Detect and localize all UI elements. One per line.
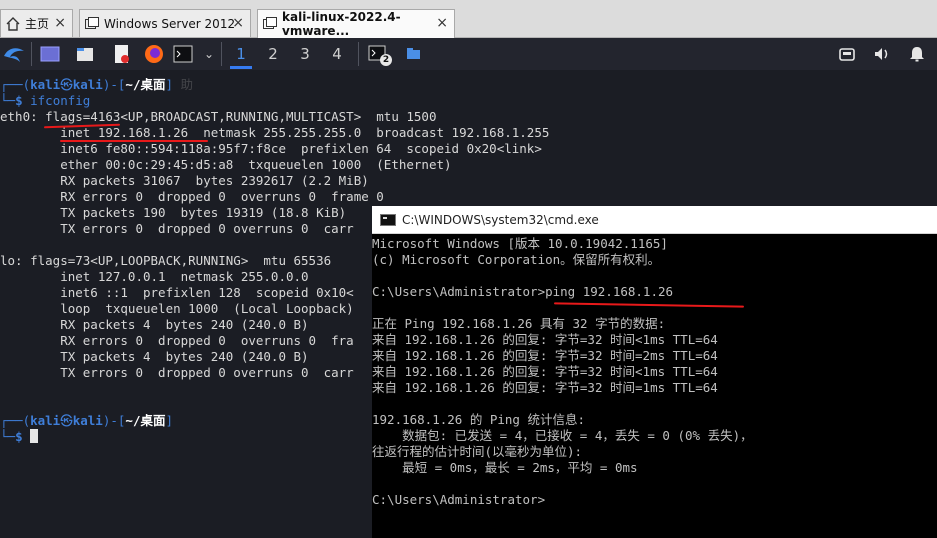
cmd-title: C:\WINDOWS\system32\cmd.exe xyxy=(402,212,599,227)
terminal-icon[interactable] xyxy=(173,44,193,64)
prompt-at: ㉿ xyxy=(60,413,73,428)
prompt-user: kali xyxy=(30,77,61,92)
tab-kali-linux[interactable]: kali-linux-2022.4-vmware... × xyxy=(257,9,455,38)
show-desktop-icon[interactable] xyxy=(40,44,60,64)
console-line: (c) Microsoft Corporation。保留所有权利。 xyxy=(372,252,661,267)
home-icon xyxy=(5,16,21,32)
red-underline-annotation xyxy=(60,140,208,142)
screen-icon[interactable] xyxy=(837,44,857,64)
vm-tab-bar: 主页 × Windows Server 2012 × kali-linux-20… xyxy=(0,0,937,38)
tab-home-label: 主页 xyxy=(25,17,50,31)
cmd-app-icon xyxy=(380,213,396,226)
console-line: 数据包: 已发送 = 4，已接收 = 4，丢失 = 0 (0% 丢失)， xyxy=(372,428,753,443)
tab-home[interactable]: 主页 × xyxy=(0,9,73,37)
workspace-4[interactable]: 4 xyxy=(327,44,347,64)
output-line: eth0: flags=4163<UP,BROADCAST,RUNNING,MU… xyxy=(0,109,437,124)
file-manager-icon[interactable] xyxy=(75,44,95,64)
prompt-dir: ~/桌面 xyxy=(125,77,166,92)
output-line: TX errors 0 dropped 0 overruns 0 carr xyxy=(0,365,354,380)
output-line: loop txqueuelen 1000 (Local Loopback) xyxy=(0,301,354,316)
console-line: 来自 192.168.1.26 的回复: 字节=32 时间=2ms TTL=64 xyxy=(372,348,718,363)
output-line: RX errors 0 dropped 0 overruns 0 fra xyxy=(0,333,354,348)
workspace-3[interactable]: 3 xyxy=(295,44,315,64)
cmd-title-bar[interactable]: C:\WINDOWS\system32\cmd.exe xyxy=(372,206,937,234)
console-line: 192.168.1.26 的 Ping 统计信息: xyxy=(372,412,586,427)
panel-separator xyxy=(358,42,359,66)
chevron-down-icon[interactable]: ⌄ xyxy=(199,44,219,64)
console-line: 来自 192.168.1.26 的回复: 字节=32 时间<1ms TTL=64 xyxy=(372,332,718,347)
volume-icon[interactable] xyxy=(872,44,892,64)
output-line: RX errors 0 dropped 0 overruns 0 frame 0 xyxy=(0,189,384,204)
tab-windows-server[interactable]: Windows Server 2012 × xyxy=(79,9,251,37)
command-line: └─$ xyxy=(0,429,39,445)
vm-icon xyxy=(84,16,100,32)
firefox-icon[interactable] xyxy=(144,44,164,64)
active-workspace-indicator xyxy=(230,66,252,69)
output-line: TX packets 190 bytes 19319 (18.8 KiB) xyxy=(0,205,347,220)
prompt-dir: ~/桌面 xyxy=(125,413,166,428)
prompt-line: ┌──(kali㉿kali)-[~/桌面] xyxy=(0,413,174,428)
output-line: RX packets 4 bytes 240 (240.0 B) xyxy=(0,317,309,332)
terminal-count-badge: 2 xyxy=(380,54,392,66)
text-cursor xyxy=(30,429,39,443)
cmd-window[interactable]: C:\WINDOWS\system32\cmd.exe Microsoft Wi… xyxy=(372,206,937,538)
console-line: Microsoft Windows [版本 10.0.19042.1165] xyxy=(372,236,668,251)
taskbar-folder-button[interactable] xyxy=(404,44,424,64)
command-line: └─$ ifconfig xyxy=(0,93,91,108)
prompt-at: ㉿ xyxy=(60,77,73,92)
taskbar-terminal-button[interactable]: 2 xyxy=(368,44,394,66)
prompt-host: kali xyxy=(72,413,103,428)
output-line: ether 00:0c:29:45:d5:a8 txqueuelen 1000 … xyxy=(0,157,452,172)
workspace-1[interactable]: 1 xyxy=(231,44,251,64)
output-line: inet6 fe80::594:118a:95f7:f8ce prefixlen… xyxy=(0,141,542,156)
watermark-text: 助 xyxy=(180,77,194,92)
cmd-console[interactable]: Microsoft Windows [版本 10.0.19042.1165] (… xyxy=(372,234,937,538)
workspace-2[interactable]: 2 xyxy=(263,44,283,64)
panel-separator xyxy=(31,42,32,66)
kali-menu-icon[interactable] xyxy=(2,42,26,66)
prompt-user: kali xyxy=(30,413,61,428)
output-line: TX packets 4 bytes 240 (240.0 B) xyxy=(0,349,309,364)
tab-kali-linux-label: kali-linux-2022.4-vmware... xyxy=(282,10,401,38)
prompt-host: kali xyxy=(72,77,103,92)
text-editor-icon[interactable] xyxy=(112,44,132,64)
output-line: lo: flags=73<UP,LOOPBACK,RUNNING> mtu 65… xyxy=(0,253,332,268)
console-line: 来自 192.168.1.26 的回复: 字节=32 时间<1ms TTL=64 xyxy=(372,364,718,379)
vm-icon xyxy=(262,16,278,32)
kali-top-panel: ⌄ 1 2 3 4 2 xyxy=(0,38,937,70)
console-line: C:\Users\Administrator> xyxy=(372,492,546,507)
console-line: 最短 = 0ms，最长 = 2ms，平均 = 0ms xyxy=(372,460,638,475)
red-underline-annotation xyxy=(553,302,745,308)
close-icon[interactable]: × xyxy=(54,15,66,31)
output-line: inet 192.168.1.26 netmask 255.255.255.0 … xyxy=(0,125,550,140)
console-line: 往返行程的估计时间(以毫秒为单位): xyxy=(372,444,583,459)
notification-bell-icon[interactable] xyxy=(907,44,927,64)
output-line: TX errors 0 dropped 0 overruns 0 carr xyxy=(0,221,354,236)
console-line: 来自 192.168.1.26 的回复: 字节=32 时间=1ms TTL=64 xyxy=(372,380,718,395)
console-line: C:\Users\Administrator>ping 192.168.1.26 xyxy=(372,284,674,299)
panel-separator xyxy=(221,42,222,66)
close-icon[interactable]: × xyxy=(232,15,244,31)
output-line: RX packets 31067 bytes 2392617 (2.2 MiB) xyxy=(0,173,369,188)
prompt-line: ┌──(kali㉿kali)-[~/桌面] 助 xyxy=(0,77,194,92)
close-icon[interactable]: × xyxy=(436,15,448,31)
output-line: inet6 ::1 prefixlen 128 scopeid 0x10< xyxy=(0,285,354,300)
console-line: 正在 Ping 192.168.1.26 具有 32 字节的数据: xyxy=(372,316,666,331)
command-text: ifconfig xyxy=(30,93,91,108)
tab-windows-server-label: Windows Server 2012 xyxy=(104,16,236,31)
output-line: inet 127.0.0.1 netmask 255.0.0.0 xyxy=(0,269,309,284)
